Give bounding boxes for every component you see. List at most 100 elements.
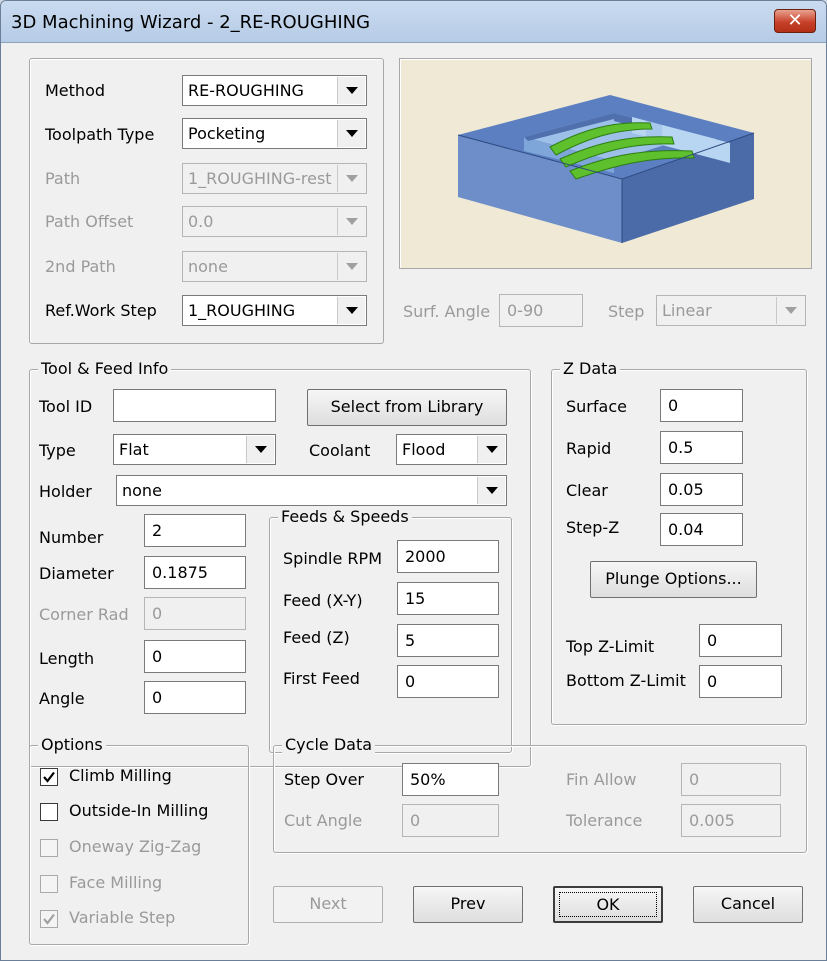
toolpath-preview [399,58,812,269]
checkmark-icon [43,771,55,783]
tool-id-label: Tool ID [39,397,93,416]
first-feed-field[interactable]: 0 [397,665,499,698]
fin-allow-field: 0 [681,763,781,796]
surface-label: Surface [566,397,627,416]
step-z-field[interactable]: 0.04 [660,513,743,546]
ref-work-step-combo[interactable]: 1_ROUGHING [182,295,367,326]
top-z-limit-label: Top Z-Limit [566,637,655,656]
feeds-speeds-title: Feeds & Speeds [278,507,412,526]
toolpath-type-label: Toolpath Type [45,125,155,144]
angle-field[interactable]: 0 [144,681,246,714]
plunge-options-button[interactable]: Plunge Options... [590,561,757,598]
ref-work-step-label: Ref.Work Step [45,301,157,320]
focus-ring [559,892,657,917]
step-over-field[interactable]: 50% [402,763,499,796]
cancel-button[interactable]: Cancel [693,886,803,923]
clear-field[interactable]: 0.05 [660,473,743,506]
close-icon: ✕ [787,10,803,31]
step-label: Step [608,302,645,321]
method-combo[interactable]: RE-ROUGHING [182,75,367,106]
chevron-down-icon [776,297,804,324]
tolerance-label: Tolerance [566,811,643,830]
wizard-window: 3D Machining Wizard - 2_RE-ROUGHING ✕ Me… [0,0,827,961]
fin-allow-label: Fin Allow [566,770,637,789]
variable-step-option: Variable Step [40,908,240,932]
spindle-rpm-field[interactable]: 2000 [397,540,499,573]
face-milling-option: Face Milling [40,873,240,897]
cut-angle-label: Cut Angle [284,811,363,830]
climb-milling-checkbox[interactable] [40,768,58,786]
path-offset-label: Path Offset [45,212,134,231]
second-path-combo: none [182,251,367,282]
variable-step-label: Variable Step [69,908,176,927]
face-milling-checkbox [40,875,58,893]
toolpath-type-value: Pocketing [188,124,266,143]
holder-label: Holder [39,482,92,501]
checkmark-icon [43,913,55,925]
feed-xy-field[interactable]: 15 [397,582,499,615]
options-title: Options [38,735,106,754]
variable-step-checkbox [40,910,58,928]
first-feed-label: First Feed [283,669,360,688]
machining-preview-image [457,95,755,243]
bottom-z-limit-field[interactable]: 0 [699,665,782,698]
rapid-field[interactable]: 0.5 [660,431,743,464]
method-value: RE-ROUGHING [188,81,304,100]
feed-z-label: Feed (Z) [283,628,350,647]
number-field[interactable]: 2 [144,514,246,547]
surface-field[interactable]: 0 [660,389,743,422]
coolant-combo[interactable]: Flood [396,434,507,465]
path-label: Path [45,169,81,188]
path-offset-combo: 0.0 [182,206,367,237]
outside-in-milling-checkbox[interactable] [40,803,58,821]
second-path-value: none [188,257,228,276]
path-value: 1_ROUGHING-rest [188,169,332,188]
tool-id-field[interactable] [113,389,276,422]
angle-label: Angle [39,689,85,708]
holder-value: none [122,481,162,500]
surf-angle-label: Surf. Angle [403,302,491,321]
window-title: 3D Machining Wizard - 2_RE-ROUGHING [11,12,371,33]
prev-button[interactable]: Prev [413,886,523,923]
chevron-down-icon[interactable] [477,436,505,463]
chevron-down-icon [337,208,365,235]
clear-label: Clear [566,481,608,500]
toolpath-type-combo[interactable]: Pocketing [182,118,367,149]
chevron-down-icon[interactable] [246,436,274,463]
ref-work-step-value: 1_ROUGHING [188,301,296,320]
coolant-label: Coolant [309,441,371,460]
bottom-z-limit-label: Bottom Z-Limit [566,671,686,690]
climb-milling-label: Climb Milling [69,766,172,785]
climb-milling-option[interactable]: Climb Milling [40,766,240,790]
chevron-down-icon[interactable] [337,77,365,104]
ok-button[interactable]: OK [553,886,663,923]
chevron-down-icon[interactable] [337,120,365,147]
corner-rad-label: Corner Rad [39,605,129,624]
chevron-down-icon[interactable] [337,297,365,324]
cycle-data-title: Cycle Data [282,735,376,754]
chevron-down-icon[interactable] [477,477,505,504]
outside-in-milling-option[interactable]: Outside-In Milling [40,801,240,825]
title-bar[interactable]: 3D Machining Wizard - 2_RE-ROUGHING ✕ [1,1,826,43]
type-combo[interactable]: Flat [113,434,276,465]
close-button[interactable]: ✕ [774,9,816,33]
select-from-library-button[interactable]: Select from Library [307,389,507,426]
next-button: Next [273,886,383,923]
type-value: Flat [119,440,149,459]
z-data-title: Z Data [560,359,621,378]
feed-z-field[interactable]: 5 [397,624,499,657]
method-label: Method [45,81,106,100]
corner-rad-field: 0 [144,597,246,630]
holder-combo[interactable]: none [116,475,507,506]
surf-angle-field: 0-90 [499,294,583,327]
diameter-field[interactable]: 0.1875 [144,556,246,589]
length-label: Length [39,649,95,668]
step-value: Linear [662,301,712,320]
second-path-label: 2nd Path [45,257,116,276]
chevron-down-icon [337,253,365,280]
type-label: Type [39,441,76,460]
length-field[interactable]: 0 [144,640,246,673]
spindle-rpm-label: Spindle RPM [283,549,382,568]
cut-angle-field: 0 [402,804,499,837]
top-z-limit-field[interactable]: 0 [699,624,782,657]
